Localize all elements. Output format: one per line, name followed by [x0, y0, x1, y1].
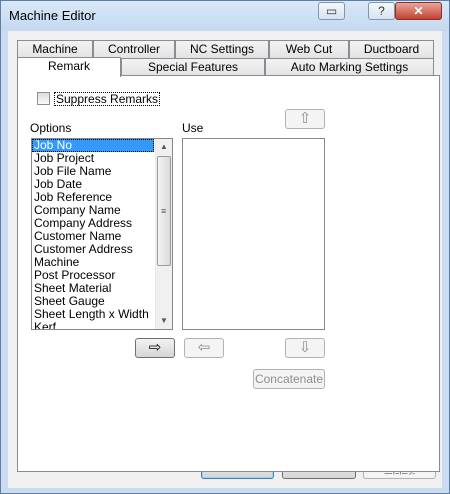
- tab-ductboard[interactable]: Ductboard: [349, 40, 434, 58]
- options-listbox[interactable]: Job No Job Project Job File Name Job Dat…: [31, 138, 173, 330]
- options-scrollbar[interactable]: ▲ ≡ ▼: [155, 139, 172, 329]
- scroll-down-icon[interactable]: ▼: [156, 313, 172, 329]
- move-right-button[interactable]: ⇨: [135, 338, 175, 358]
- close-button[interactable]: ✕: [395, 2, 442, 20]
- arrow-down-icon: ⇩: [298, 339, 312, 356]
- help-button[interactable]: ?: [368, 2, 395, 20]
- move-left-button[interactable]: ⇦: [184, 338, 224, 358]
- tab-auto-marking-settings[interactable]: Auto Marking Settings: [265, 58, 434, 76]
- grip-icon: ≡: [161, 206, 167, 216]
- tab-web-cut[interactable]: Web Cut: [269, 40, 349, 58]
- window-title: Machine Editor: [9, 8, 96, 23]
- restore-icon: ▭: [325, 4, 338, 18]
- concatenate-button[interactable]: Concatenate: [253, 369, 325, 389]
- use-label: Use: [182, 121, 204, 135]
- tab-nc-settings[interactable]: NC Settings: [175, 40, 269, 58]
- arrow-left-icon: ⇦: [197, 339, 211, 356]
- tab-label: Controller: [107, 42, 161, 56]
- tab-label: Machine: [32, 42, 78, 56]
- remark-tab-panel: Suppress Remarks Options Use ⇧ Job No Jo…: [17, 75, 440, 472]
- arrow-right-icon: ⇨: [148, 339, 162, 356]
- use-listbox[interactable]: [182, 138, 325, 330]
- tab-label: NC Settings: [189, 42, 255, 56]
- tab-label: Web Cut: [285, 42, 333, 56]
- title-bar[interactable]: Machine Editor ▭ ? ✕: [1, 1, 449, 31]
- tab-label: Special Features: [147, 60, 239, 74]
- scroll-up-icon[interactable]: ▲: [156, 139, 172, 155]
- arrow-up-icon: ⇧: [298, 110, 312, 127]
- concatenate-label: Concatenate: [254, 372, 324, 386]
- options-label: Options: [30, 121, 72, 135]
- close-icon: ✕: [413, 4, 424, 18]
- suppress-remarks-checkbox[interactable]: [37, 92, 50, 105]
- tab-special-features[interactable]: Special Features: [121, 58, 265, 76]
- options-list: Job No Job Project Job File Name Job Dat…: [32, 139, 172, 330]
- suppress-remarks-label[interactable]: Suppress Remarks: [54, 92, 161, 106]
- scroll-thumb[interactable]: ≡: [157, 156, 171, 266]
- tab-machine[interactable]: Machine: [17, 40, 93, 58]
- tab-label: Ductboard: [363, 42, 420, 56]
- move-up-button[interactable]: ⇧: [285, 109, 325, 129]
- restore-button[interactable]: ▭: [318, 2, 345, 20]
- machine-editor-window: Machine Editor ▭ ? ✕ Machine Controller …: [0, 0, 450, 494]
- tab-controller[interactable]: Controller: [93, 40, 175, 58]
- list-item[interactable]: Kerf: [32, 321, 172, 330]
- tab-label: Auto Marking Settings: [290, 60, 409, 74]
- help-icon: ?: [378, 4, 385, 18]
- dialog-client-area: Machine Controller NC Settings Web Cut D…: [8, 31, 442, 488]
- move-down-button[interactable]: ⇩: [285, 338, 325, 358]
- tab-remark[interactable]: Remark: [17, 57, 121, 77]
- tab-label: Remark: [47, 59, 90, 73]
